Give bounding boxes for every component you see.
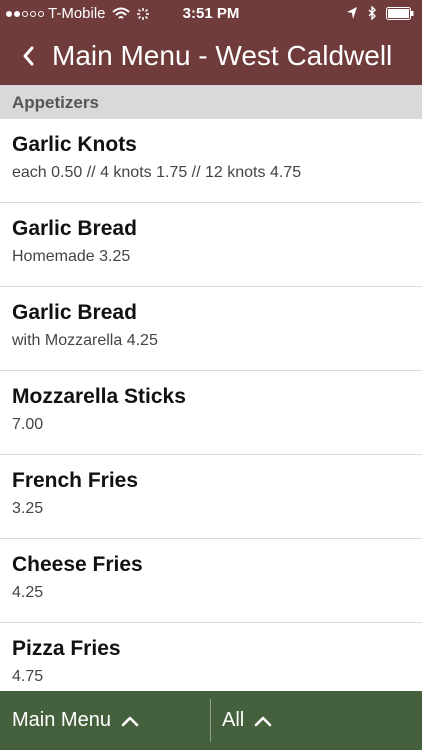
menu-item-price: Homemade 3.25: [12, 248, 131, 265]
menu-item-name: Cheese Fries: [12, 553, 143, 576]
back-chevron-icon[interactable]: [20, 42, 36, 70]
menu-item-price: 7.00: [12, 416, 44, 433]
menu-item-name: French Fries: [12, 469, 139, 492]
menu-item[interactable]: Garlic Bread with Mozzarella 4.25: [0, 287, 422, 371]
category-filter-button[interactable]: All: [222, 691, 272, 750]
menu-list: Garlic Knots each 0.50 // 4 knots 1.75 /…: [0, 119, 422, 707]
menu-item-name: Garlic Knots: [12, 133, 137, 156]
menu-item-name: Garlic Bread: [12, 217, 137, 240]
menu-item[interactable]: French Fries 3.25: [0, 455, 422, 539]
menu-item-price: 3.25: [12, 500, 44, 517]
menu-item-name: Pizza Fries: [12, 637, 121, 660]
menu-item-price: 4.25: [12, 584, 44, 601]
status-right: [346, 6, 414, 20]
page-title: Main Menu - West Caldwell: [52, 40, 393, 71]
toolbar-divider: [210, 699, 211, 742]
bluetooth-icon: [368, 6, 376, 20]
bottom-toolbar: Main Menu All: [0, 691, 422, 750]
menu-item-price: with Mozzarella 4.25: [12, 332, 158, 349]
menu-item[interactable]: Mozzarella Sticks 7.00: [0, 371, 422, 455]
menu-item[interactable]: Garlic Bread Homemade 3.25: [0, 203, 422, 287]
section-header: Appetizers: [0, 85, 422, 119]
battery-icon: [386, 6, 414, 20]
status-bar: T-Mobile 3:51 PM: [0, 0, 422, 28]
menu-item[interactable]: Garlic Knots each 0.50 // 4 knots 1.75 /…: [0, 119, 422, 203]
menu-item-name: Mozzarella Sticks: [12, 385, 186, 408]
location-arrow-icon: [347, 7, 357, 19]
menu-item-price: 4.75: [12, 668, 44, 685]
filter-label: All: [222, 709, 245, 731]
chevron-up-icon: [254, 716, 272, 726]
menu-item[interactable]: Cheese Fries 4.25: [0, 539, 422, 623]
chevron-up-icon: [121, 716, 139, 726]
menu-item-price: each 0.50 // 4 knots 1.75 // 12 knots 4.…: [12, 164, 302, 181]
section-title: Appetizers: [12, 93, 99, 112]
main-menu-selector-button[interactable]: Main Menu: [12, 691, 139, 750]
navigation-bar: Main Menu - West Caldwell: [0, 28, 422, 85]
menu-item-name: Garlic Bread: [12, 301, 137, 324]
main-menu-label: Main Menu: [12, 709, 111, 731]
